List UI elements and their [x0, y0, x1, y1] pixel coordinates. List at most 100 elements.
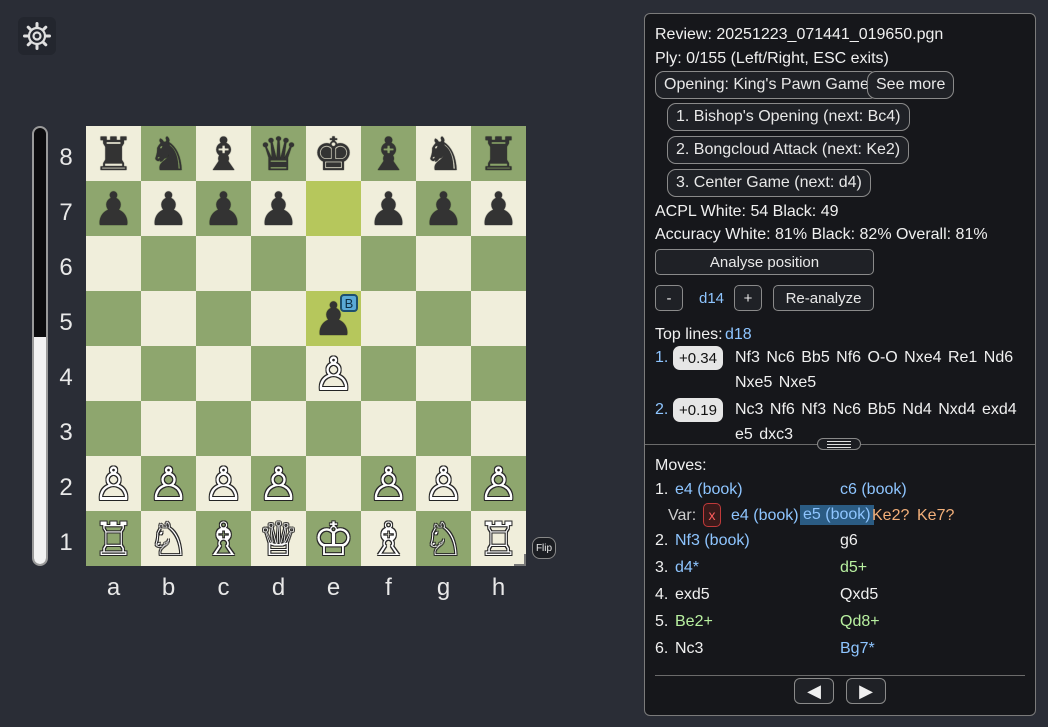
chess-piece-icon[interactable]: ♟ — [258, 186, 299, 232]
square-f6[interactable] — [361, 236, 416, 291]
square-e8[interactable]: ♚ — [306, 126, 361, 181]
chess-piece-icon[interactable]: ♞ — [423, 131, 464, 177]
square-a2[interactable]: ♙ — [86, 456, 141, 511]
square-h5[interactable] — [471, 291, 526, 346]
reanalyze-button[interactable]: Re-analyze — [773, 285, 874, 311]
variation-move[interactable]: e4 (book) — [731, 507, 799, 525]
chess-piece-icon[interactable]: ♜ — [478, 131, 519, 177]
splitter-handle[interactable] — [817, 438, 861, 450]
chess-piece-icon[interactable]: ♙ — [203, 461, 244, 507]
square-e6[interactable] — [306, 236, 361, 291]
flip-board-button[interactable]: Flip — [532, 537, 556, 559]
square-c7[interactable]: ♟ — [196, 181, 251, 236]
chess-piece-icon[interactable]: ♙ — [93, 461, 134, 507]
chess-piece-icon[interactable]: ♙ — [368, 461, 409, 507]
chess-piece-icon[interactable]: ♖ — [478, 516, 519, 562]
chess-piece-icon[interactable]: ♟ — [478, 186, 519, 232]
depth-increase-button[interactable]: + — [734, 285, 762, 311]
square-c3[interactable] — [196, 401, 251, 456]
square-d5[interactable] — [251, 291, 306, 346]
square-g5[interactable] — [416, 291, 471, 346]
square-c1[interactable]: ♗ — [196, 511, 251, 566]
move-black[interactable]: Qxd5 — [840, 586, 878, 604]
depth-decrease-button[interactable]: - — [655, 285, 683, 311]
variation-move[interactable]: Ke2? — [872, 507, 909, 525]
chess-piece-icon[interactable]: ♟ — [423, 186, 464, 232]
see-more-button[interactable]: See more — [867, 71, 955, 99]
square-e2[interactable] — [306, 456, 361, 511]
move-white[interactable]: Nf3 (book) — [675, 532, 750, 550]
square-f7[interactable]: ♟ — [361, 181, 416, 236]
square-h2[interactable]: ♙ — [471, 456, 526, 511]
chess-piece-icon[interactable]: ♞ — [148, 131, 189, 177]
square-b5[interactable] — [141, 291, 196, 346]
engine-line-moves-continued[interactable]: Nxe5 Nxe5 — [735, 374, 816, 392]
square-a1[interactable]: ♖ — [86, 511, 141, 566]
square-h4[interactable] — [471, 346, 526, 401]
previous-move-button[interactable]: ◀ — [794, 678, 834, 704]
move-white[interactable]: exd5 — [675, 586, 710, 604]
chess-piece-icon[interactable]: ♟ — [368, 186, 409, 232]
square-h3[interactable] — [471, 401, 526, 456]
square-h8[interactable]: ♜ — [471, 126, 526, 181]
square-d6[interactable] — [251, 236, 306, 291]
square-e5[interactable]: ♟ B — [306, 291, 361, 346]
square-f2[interactable]: ♙ — [361, 456, 416, 511]
square-b4[interactable] — [141, 346, 196, 401]
delete-variation-button[interactable]: x — [703, 503, 721, 527]
square-b8[interactable]: ♞ — [141, 126, 196, 181]
chess-piece-icon[interactable]: ♙ — [258, 461, 299, 507]
opening-suggestion-3[interactable]: 3. Center Game (next: d4) — [667, 169, 871, 197]
square-a6[interactable] — [86, 236, 141, 291]
square-a4[interactable] — [86, 346, 141, 401]
chess-piece-icon[interactable]: ♛ — [258, 131, 299, 177]
square-g4[interactable] — [416, 346, 471, 401]
engine-line-moves[interactable]: Nf3 Nc6 Bb5 Nf6 O-O Nxe4 Re1 Nd6 — [735, 349, 1013, 367]
chess-piece-icon[interactable]: ♟ — [93, 186, 134, 232]
square-d2[interactable]: ♙ — [251, 456, 306, 511]
engine-line-moves-continued[interactable]: e5 dxc3 — [735, 426, 793, 444]
square-e3[interactable] — [306, 401, 361, 456]
chess-piece-icon[interactable]: ♗ — [203, 516, 244, 562]
square-h6[interactable] — [471, 236, 526, 291]
square-c5[interactable] — [196, 291, 251, 346]
square-f4[interactable] — [361, 346, 416, 401]
move-black[interactable]: Qd8+ — [840, 613, 880, 631]
square-f1[interactable]: ♗ — [361, 511, 416, 566]
opening-button[interactable]: Opening: King's Pawn Game — [655, 71, 878, 99]
move-white[interactable]: d4* — [675, 559, 699, 577]
analyse-position-button[interactable]: Analyse position — [655, 249, 874, 275]
chess-piece-icon[interactable]: ♜ — [93, 131, 134, 177]
square-b2[interactable]: ♙ — [141, 456, 196, 511]
square-e1[interactable]: ♔ — [306, 511, 361, 566]
move-white[interactable]: e4 (book) — [675, 481, 743, 499]
square-d1[interactable]: ♕ — [251, 511, 306, 566]
chess-piece-icon[interactable]: ♟ — [203, 186, 244, 232]
chess-piece-icon[interactable]: ♗ — [368, 516, 409, 562]
square-d8[interactable]: ♛ — [251, 126, 306, 181]
settings-button[interactable] — [18, 17, 56, 55]
chess-board[interactable]: ♜ ♞ ♝ ♛ ♚ ♝ ♞ ♜ ♟ ♟ ♟ ♟ ♟ ♟ ♟ ♟ B ♙ ♙ ♙ ♙ ♙ ♙ ♙ ♙ ♖ ♘ ♗ ♕ ♔ ♗ ♘ ♖ — [86, 126, 526, 566]
square-f3[interactable] — [361, 401, 416, 456]
square-b6[interactable] — [141, 236, 196, 291]
move-black[interactable]: g6 — [840, 532, 858, 550]
square-h7[interactable]: ♟ — [471, 181, 526, 236]
square-c8[interactable]: ♝ — [196, 126, 251, 181]
square-g1[interactable]: ♘ — [416, 511, 471, 566]
move-white[interactable]: Be2+ — [675, 613, 713, 631]
move-black[interactable]: Bg7* — [840, 640, 875, 658]
square-g6[interactable] — [416, 236, 471, 291]
chess-piece-icon[interactable]: ♙ — [148, 461, 189, 507]
chess-piece-icon[interactable]: ♙ — [478, 461, 519, 507]
opening-suggestion-1[interactable]: 1. Bishop's Opening (next: Bc4) — [667, 103, 910, 131]
chess-piece-icon[interactable]: ♘ — [423, 516, 464, 562]
move-white[interactable]: Nc3 — [675, 640, 703, 658]
square-b1[interactable]: ♘ — [141, 511, 196, 566]
chess-piece-icon[interactable]: ♟ — [148, 186, 189, 232]
chess-piece-icon[interactable]: ♚ — [313, 131, 354, 177]
square-c2[interactable]: ♙ — [196, 456, 251, 511]
board-resize-handle[interactable] — [514, 554, 526, 566]
square-b3[interactable] — [141, 401, 196, 456]
square-c4[interactable] — [196, 346, 251, 401]
square-c6[interactable] — [196, 236, 251, 291]
